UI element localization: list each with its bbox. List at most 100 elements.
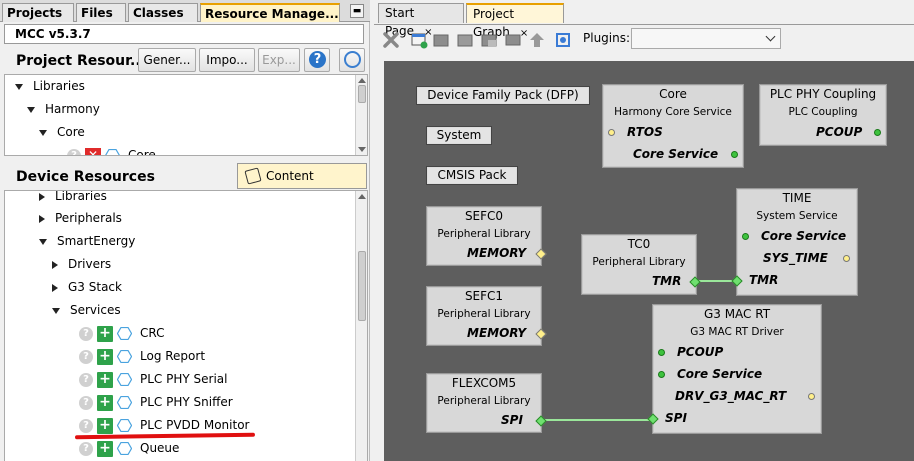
device-tree-scrollbar[interactable] <box>355 191 367 461</box>
tab-files[interactable]: Files <box>76 3 126 22</box>
project-resources-tree[interactable]: Libraries Harmony Core ? ✕ Core <box>4 74 368 156</box>
add-component-icon[interactable]: + <box>97 440 113 457</box>
pcoup-port-icon[interactable] <box>658 349 665 356</box>
expand-arrow-icon[interactable] <box>39 192 45 201</box>
tree-node-g3-stack[interactable]: G3 Stack <box>52 277 122 297</box>
expand-arrow-icon[interactable] <box>39 214 45 223</box>
left-tab-bar: Projects Files Classes Resource Manage..… <box>0 0 370 22</box>
pin-icon[interactable] <box>504 31 522 49</box>
help-icon: ? <box>309 51 326 68</box>
question-icon: ? <box>79 418 93 433</box>
scroll-up-icon[interactable] <box>358 194 366 199</box>
project-tree-scrollbar[interactable] <box>355 75 367 155</box>
pcoup-port-icon[interactable] <box>874 129 881 136</box>
service-item-plc-pvdd-monitor[interactable]: ? + PLC PVDD Monitor <box>79 415 249 435</box>
scroll-down-icon[interactable] <box>358 147 366 152</box>
drv-g3-mac-rt-port-icon[interactable] <box>808 393 815 400</box>
component-title: TC0 <box>627 237 651 251</box>
sys-time-port-icon[interactable] <box>843 255 850 262</box>
move-to-group-icon[interactable] <box>480 31 498 49</box>
export-button[interactable]: Exp... <box>258 48 300 72</box>
core-service-port-icon[interactable] <box>731 151 738 158</box>
tab-classes[interactable]: Classes <box>128 3 198 22</box>
cmsis-node[interactable]: CMSIS Pack <box>426 166 518 185</box>
core-service-port-icon[interactable] <box>658 371 665 378</box>
tmr-port-icon[interactable] <box>731 275 743 287</box>
project-graph-canvas[interactable]: Device Family Pack (DFP) System CMSIS Pa… <box>384 61 914 461</box>
expand-arrow-icon[interactable] <box>52 283 58 292</box>
service-item-log-report[interactable]: ? + Log Report <box>79 346 205 366</box>
scroll-up-icon[interactable] <box>358 78 366 83</box>
add-component-icon[interactable]: + <box>97 325 113 342</box>
service-item-plc-phy-serial[interactable]: ? + PLC PHY Serial <box>79 369 227 389</box>
tree-node-label: Core <box>128 148 156 156</box>
fit-view-icon[interactable] <box>554 31 572 49</box>
scroll-thumb[interactable] <box>358 85 366 103</box>
tab-start-page[interactable]: Start Page × <box>378 3 464 38</box>
port-label: SPI <box>501 413 523 427</box>
question-icon: ? <box>67 148 81 155</box>
tab-project-graph[interactable]: Project Graph × <box>466 3 564 39</box>
component-title: PLC PHY Coupling <box>769 87 877 101</box>
tab-resource-manager[interactable]: Resource Manage... <box>200 3 340 22</box>
spi-port-icon[interactable] <box>535 415 547 427</box>
g3-mac-rt-component[interactable]: G3 MAC RT G3 MAC RT Driver PCOUP Core Se… <box>647 304 822 434</box>
content-manager-button[interactable]: Content Manager <box>237 163 367 207</box>
sefc0-component[interactable]: SEFC0 Peripheral Library MEMORY <box>426 206 547 266</box>
tab-projects[interactable]: Projects <box>2 3 74 22</box>
import-button[interactable]: Impo... <box>199 48 255 72</box>
expand-arrow-icon[interactable] <box>39 238 47 245</box>
tree-node-services[interactable]: Services <box>52 300 121 320</box>
flexcom5-component[interactable]: FLEXCOM5 Peripheral Library SPI <box>426 373 547 433</box>
system-node[interactable]: System <box>426 126 492 145</box>
expand-arrow-icon[interactable] <box>39 129 47 136</box>
tree-node-smartenergy[interactable]: SmartEnergy <box>39 231 135 251</box>
tree-node-peripherals[interactable]: Peripherals <box>39 208 122 228</box>
expand-arrow-icon[interactable] <box>27 106 35 113</box>
tree-node-harmony[interactable]: Harmony <box>27 99 100 119</box>
component-subtitle: Harmony Core Service <box>614 106 732 118</box>
device-resources-tree[interactable]: Libraries Peripherals SmartEnergy Driver… <box>4 190 368 461</box>
expand-arrow-icon[interactable] <box>52 307 60 314</box>
plugins-dropdown[interactable] <box>631 28 781 49</box>
component-title: SEFC1 <box>464 289 504 303</box>
time-component[interactable]: TIME System Service Core Service SYS_TIM… <box>731 188 858 296</box>
service-item-plc-phy-sniffer[interactable]: ? + PLC PHY Sniffer <box>79 392 233 412</box>
expand-arrow-icon[interactable] <box>15 83 23 90</box>
tree-node-core[interactable]: Core <box>39 122 85 142</box>
minimize-icon[interactable]: ▬ <box>350 4 364 18</box>
expand-arrow-icon[interactable] <box>52 260 58 269</box>
scroll-thumb[interactable] <box>358 251 366 321</box>
memory-port-icon[interactable] <box>535 328 547 340</box>
tmr-port-icon[interactable] <box>689 276 701 288</box>
move-up-icon[interactable] <box>528 31 546 49</box>
add-component-icon[interactable]: + <box>97 371 113 388</box>
new-group-icon[interactable] <box>410 31 428 49</box>
generate-button[interactable]: Gener... <box>138 48 196 72</box>
plc-phy-coupling-component[interactable]: PLC PHY Coupling PLC Coupling PCOUP <box>759 84 887 146</box>
web-button[interactable] <box>339 48 365 72</box>
add-component-icon[interactable]: + <box>97 417 113 434</box>
tree-node-core-component[interactable]: ? ✕ Core <box>67 145 156 156</box>
service-item-queue[interactable]: ? + Queue <box>79 438 179 458</box>
tree-node-libraries[interactable]: Libraries <box>39 191 107 206</box>
service-item-crc[interactable]: ? + CRC <box>79 323 165 343</box>
help-button[interactable]: ? <box>304 48 330 72</box>
delete-icon[interactable] <box>382 31 400 49</box>
remove-icon[interactable]: ✕ <box>85 147 101 155</box>
add-component-icon[interactable]: + <box>97 394 113 411</box>
device-resources-title: Device Resources <box>16 169 155 185</box>
spi-port-icon[interactable] <box>647 413 659 425</box>
dfp-node[interactable]: Device Family Pack (DFP) <box>416 86 590 105</box>
tree-node-drivers[interactable]: Drivers <box>52 254 111 274</box>
tc0-component[interactable]: TC0 Peripheral Library TMR <box>581 234 701 295</box>
rtos-port-icon[interactable] <box>608 129 615 136</box>
sefc1-component[interactable]: SEFC1 Peripheral Library MEMORY <box>426 286 547 346</box>
ungroup-icon[interactable] <box>456 31 474 49</box>
core-service-port-icon[interactable] <box>742 233 749 240</box>
add-component-icon[interactable]: + <box>97 348 113 365</box>
memory-port-icon[interactable] <box>535 248 547 260</box>
tree-node-libraries[interactable]: Libraries <box>15 76 85 96</box>
group-icon[interactable] <box>432 31 450 49</box>
core-component[interactable]: Core Harmony Core Service RTOS Core Serv… <box>602 84 744 168</box>
